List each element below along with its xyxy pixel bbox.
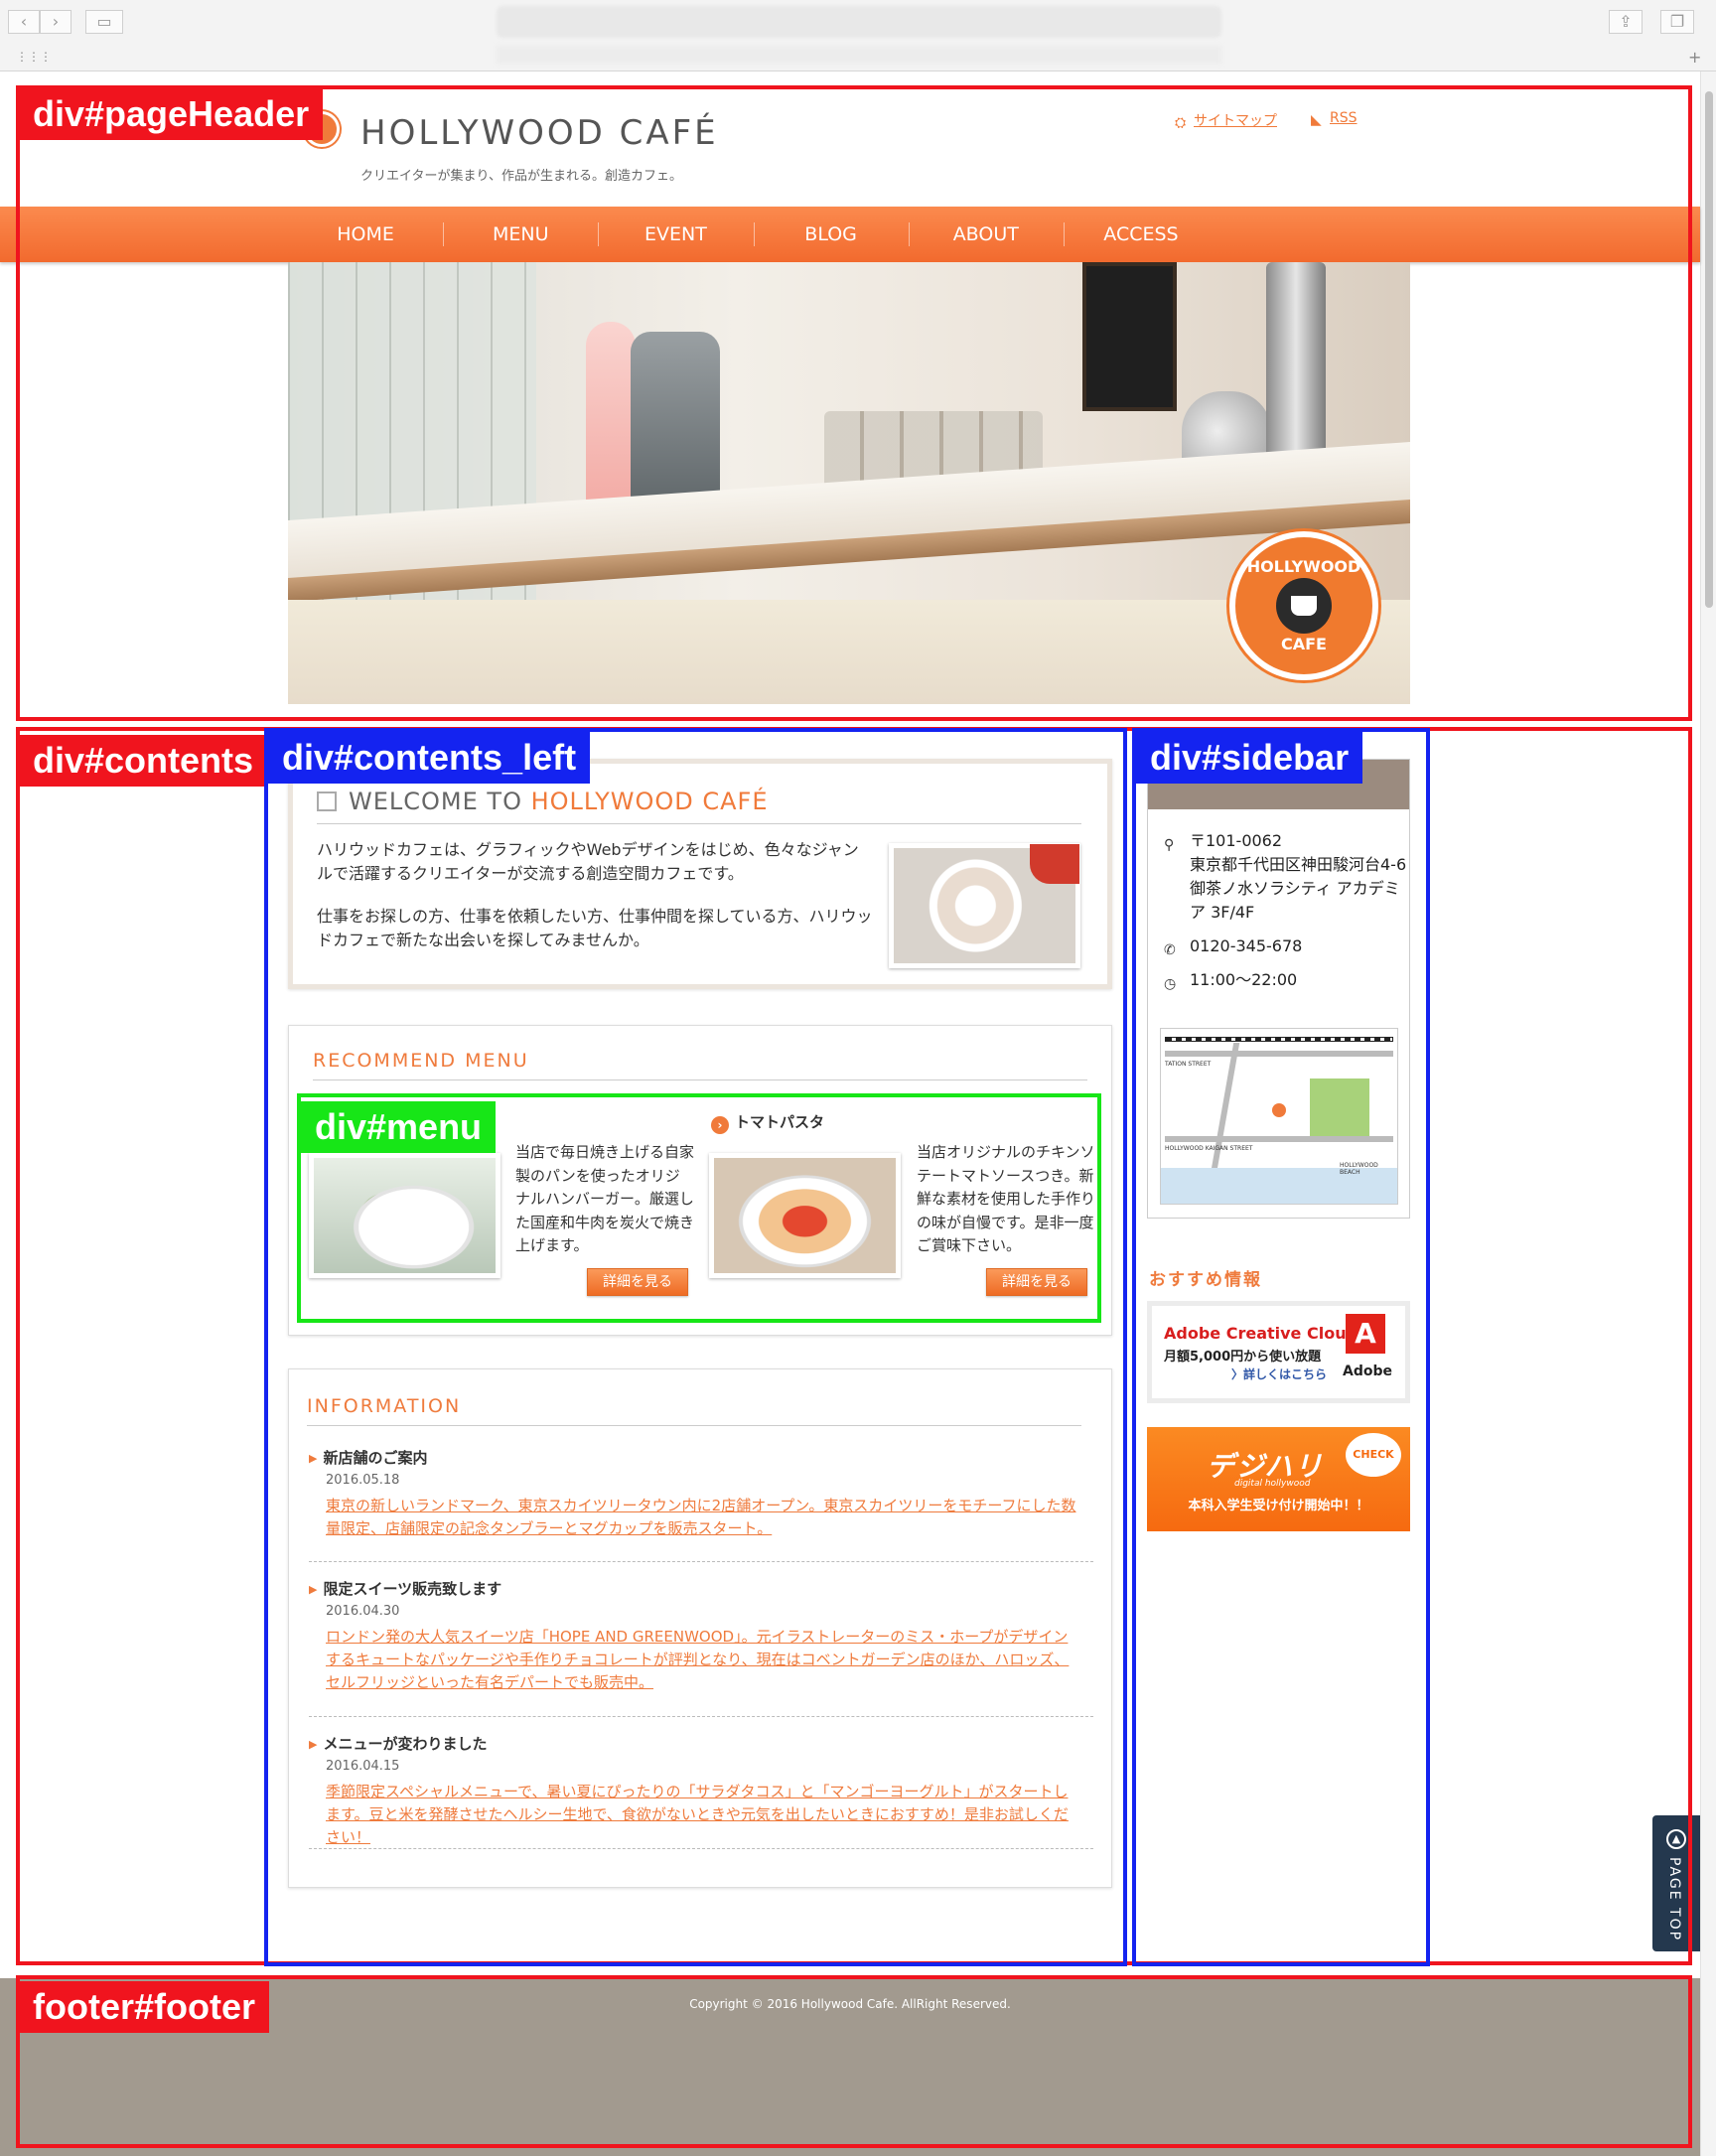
news-body[interactable]: ロンドン発の大人気スイーツ店「HOPE AND GREENWOOD」。元イラスト… [326, 1626, 1080, 1694]
dish-text-2: 当店オリジナルのチキンソテートマトソースつき。新鮮な素材を使用した手作りの味が自… [917, 1143, 1096, 1254]
recommend-section: RECOMMEND MENU › トマトパスタ 当店で毎日焼き上げる自家製のパンを… [288, 1025, 1112, 1336]
new-tab-icon[interactable]: + [1688, 48, 1701, 67]
adobe-banner[interactable]: Adobe Creative Cloud 月額5,000円から使い放題 〉詳しく… [1147, 1301, 1410, 1403]
map-pin-icon [1272, 1103, 1286, 1117]
annotation-label: div#menu [301, 1101, 497, 1153]
adobe-banner-text: 月額5,000円から使い放題 [1164, 1350, 1322, 1365]
detail-button-2[interactable]: 詳細を見る [986, 1268, 1087, 1296]
dish-image-1[interactable] [309, 1153, 500, 1278]
badge-text-top: HOLLYWOOD [1246, 557, 1361, 577]
hero-image: HOLLYWOOD CAFE [288, 262, 1410, 704]
document-icon [317, 791, 337, 811]
badge-text-bottom: CAFE [1281, 635, 1327, 653]
information-section: INFORMATION 新店舗のご案内 2016.05.18 東京の新しいランド… [288, 1368, 1112, 1888]
forward-icon[interactable]: › [40, 10, 72, 34]
detail-button-1[interactable]: 詳細を見る [587, 1268, 688, 1296]
map-park [1310, 1078, 1369, 1138]
access-card: ⚲ 〒101-0062 東京都千代田区神田駿河台4-6 御茶ノ水ソラシティ アカデ… [1147, 759, 1410, 1219]
news-date: 2016.04.15 [326, 1759, 400, 1774]
welcome-title: WELCOME TO HOLLYWOOD CAFÉ [317, 788, 1081, 824]
dejiharu-banner[interactable]: デジハリ digital hollywood CHECK 本科入学生受け付け開始… [1147, 1427, 1410, 1531]
page-top-label: PAGE TOP [1666, 1857, 1682, 1942]
dish-text-1: 当店で毎日焼き上げる自家製のパンを使ったオリジナルハンバーガー。厳選した国産和牛… [515, 1143, 695, 1254]
opening-hours: ◷ 11:00〜22:00 [1164, 968, 1297, 992]
nav-access[interactable]: ACCESS [1063, 207, 1218, 262]
divider [309, 1716, 1093, 1717]
news-body[interactable]: 東京の新しいランドマーク、東京スカイツリータウン内に2店舗オープン。東京スカイツ… [326, 1495, 1080, 1540]
divider [309, 1848, 1093, 1849]
map-label: HOLLYWOOD BEACH [1340, 1162, 1378, 1176]
telephone: ✆ 0120-345-678 [1164, 934, 1302, 958]
address: ⚲ 〒101-0062 東京都千代田区神田駿河台4-6 御茶ノ水ソラシティ アカデ… [1164, 831, 1407, 922]
dish-image-2[interactable] [709, 1153, 901, 1278]
address-bar[interactable] [497, 6, 1221, 38]
map-label: TATION STREET [1165, 1061, 1212, 1068]
arrow-right-icon: › [711, 1116, 729, 1134]
access-map[interactable]: TATION STREET HOLLYWOOD KAIGAN STREET HO… [1160, 1028, 1398, 1205]
annotation-label: div#pageHeader [19, 88, 324, 140]
site-tagline: クリエイターが集まり、作品が生まれる。創造カフェ。 [360, 169, 682, 184]
news-title[interactable]: メニューが変わりました [309, 1733, 487, 1754]
rss-icon: ◣ [1311, 112, 1322, 128]
clock-icon: ◷ [1164, 976, 1177, 992]
nav-about[interactable]: ABOUT [908, 207, 1064, 262]
apps-grid-icon[interactable]: ⋮⋮⋮ [16, 50, 52, 64]
global-nav: HOME MENU EVENT BLOG ABOUT ACCESS [0, 207, 1700, 262]
coffee-cup-icon [1276, 578, 1332, 634]
site-brand[interactable]: HOLLYWOOD CAFÉ [360, 113, 719, 153]
annotation-label: div#sidebar [1136, 732, 1363, 784]
nav-menu[interactable]: MENU [443, 207, 598, 262]
dejiharu-banner-text: 本科入学生受け付け開始中！！ [1188, 1499, 1369, 1513]
map-road [1165, 1051, 1393, 1057]
hero-logo-badge: HOLLYWOOD CAFE [1229, 531, 1378, 680]
rss-link[interactable]: ◣ RSS [1311, 110, 1358, 128]
check-badge: CHECK [1346, 1433, 1401, 1477]
news-title[interactable]: 新店舗のご案内 [309, 1447, 427, 1468]
recommend-title: RECOMMEND MENU [313, 1050, 1087, 1080]
information-title: INFORMATION [307, 1395, 1081, 1426]
nav-blog[interactable]: BLOG [753, 207, 909, 262]
recommend-info-title: おすすめ情報 [1149, 1270, 1262, 1290]
welcome-text-1: ハリウッドカフェは、グラフィックやWebデザインをはじめ、色々なジャンルで活躍す… [317, 840, 859, 883]
scrollbar-thumb[interactable] [1705, 91, 1713, 608]
annotation-label: div#contents_left [268, 732, 591, 784]
news-title[interactable]: 限定スイーツ販売致します [309, 1578, 501, 1599]
browser-toolbar: ‹ › ▭ ⇪ ❐ ⋮⋮⋮ + [0, 0, 1716, 72]
dejiharu-banner-sub: digital hollywood [1234, 1479, 1311, 1489]
adobe-banner-title: Adobe Creative Cloud [1164, 1324, 1358, 1343]
adobe-banner-link: 〉詳しくはこちら [1231, 1367, 1328, 1381]
sitemap-icon: ⛭ [1175, 115, 1187, 131]
scrollbar[interactable] [1700, 72, 1716, 2156]
page-top-button[interactable]: ▲ PAGE TOP [1652, 1815, 1700, 1951]
welcome-text-2: 仕事をお探しの方、仕事を依頼したい方、仕事仲間を探している方、ハリウッドカフェで… [317, 907, 873, 949]
latte-image [889, 843, 1080, 968]
nav-home[interactable]: HOME [288, 207, 443, 262]
nav-event[interactable]: EVENT [598, 207, 753, 262]
news-date: 2016.04.30 [326, 1604, 400, 1619]
tabs-icon[interactable]: ❐ [1660, 10, 1694, 34]
news-date: 2016.05.18 [326, 1473, 400, 1488]
news-body[interactable]: 季節限定スペシャルメニューで、暑い夏にぴったりの「サラダタコス」と「マンゴーヨー… [326, 1781, 1080, 1849]
dish-title-2[interactable]: › トマトパスタ [711, 1111, 824, 1134]
sidebar-toggle-icon[interactable]: ▭ [85, 10, 123, 34]
map-road [1165, 1136, 1393, 1142]
divider [309, 1561, 1093, 1562]
share-icon[interactable]: ⇪ [1609, 10, 1643, 34]
adobe-logo-icon: A [1346, 1314, 1385, 1354]
annotation-label: footer#footer [19, 1981, 269, 2033]
favorites-bar [497, 46, 1221, 64]
map-label: HOLLYWOOD KAIGAN STREET [1165, 1145, 1253, 1152]
adobe-brand: Adobe [1343, 1364, 1392, 1379]
phone-icon: ✆ [1164, 942, 1176, 958]
back-icon[interactable]: ‹ [8, 10, 40, 34]
sitemap-link[interactable]: ⛭ サイトマップ [1175, 110, 1277, 131]
welcome-section: WELCOME TO HOLLYWOOD CAFÉ ハリウッドカフェは、グラフィ… [288, 759, 1112, 989]
railway-line [1165, 1037, 1393, 1042]
location-pin-icon: ⚲ [1164, 837, 1175, 853]
arrow-up-icon: ▲ [1666, 1829, 1686, 1849]
annotation-label: div#contents [19, 735, 268, 787]
